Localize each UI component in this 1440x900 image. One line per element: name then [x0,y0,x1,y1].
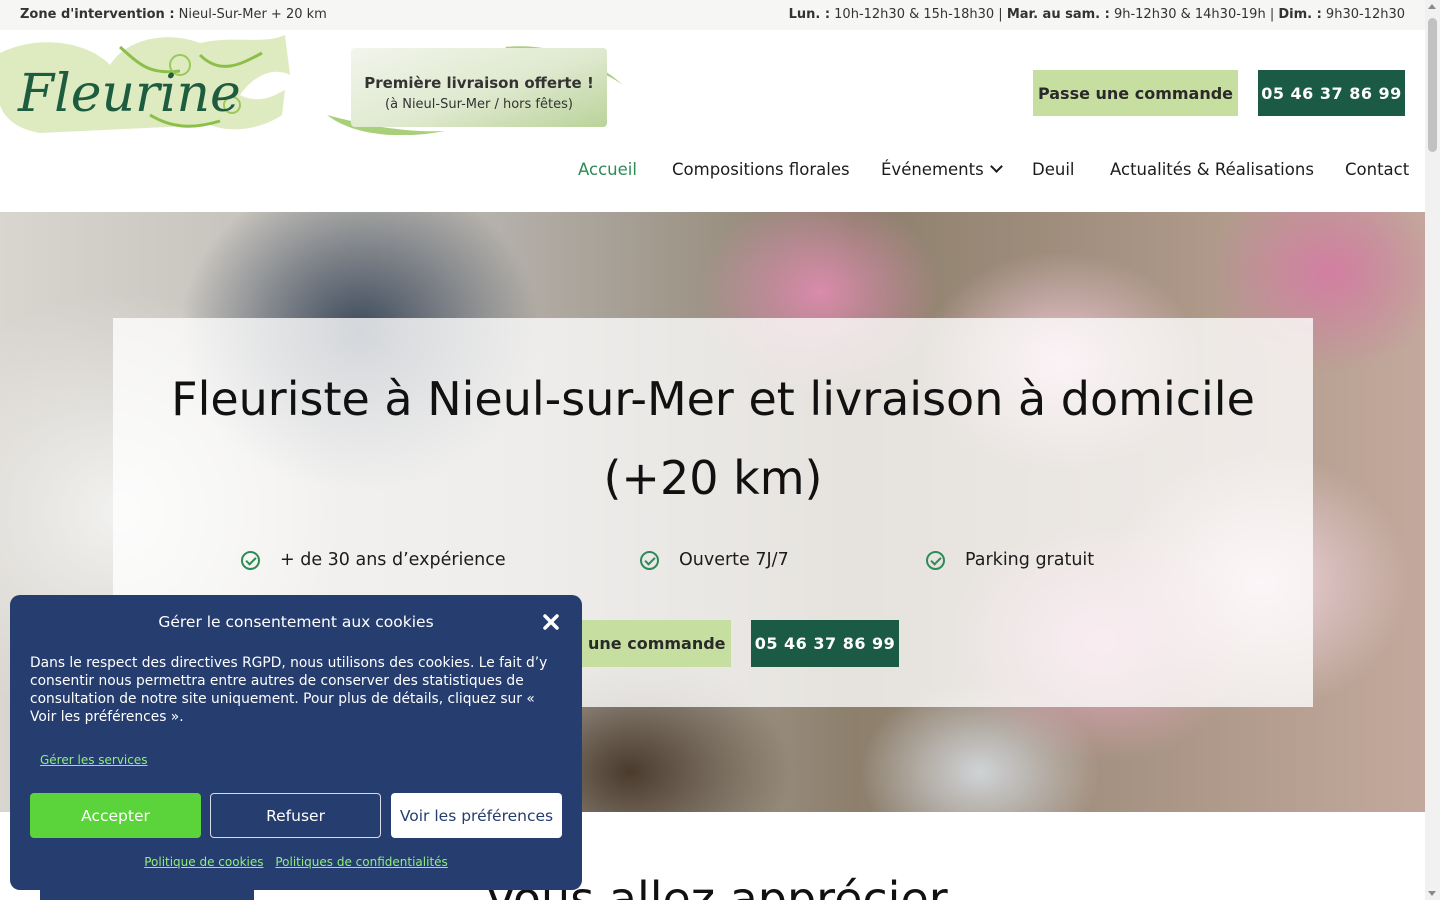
chevron-down-icon [989,160,1003,173]
hero-phone-button[interactable]: 05 46 37 86 99 [751,620,899,667]
cookie-description: Dans le respect des directives RGPD, nou… [30,655,548,725]
hours-value-monday: 10h-12h30 & 15h-18h30 | [830,7,1007,22]
check-circle-icon [926,550,945,570]
hours-label-monday: Lun. : [788,7,831,22]
feature-label: + de 30 ans d’expérience [280,550,506,570]
banner-headline: Première livraison offerte ! [364,74,594,92]
scroll-down-icon[interactable] [1428,891,1436,896]
fleurine-logo[interactable]: Fleurine [0,35,290,135]
hours-label-sunday: Dim. : [1278,7,1322,22]
cookie-consent-dialog: Gérer le consentement aux cookies Dans l… [10,595,582,890]
top-info-bar: Zone d'intervention : Nieul-Sur-Mer + 20… [0,0,1425,30]
phone-button[interactable]: 05 46 37 86 99 [1258,70,1405,116]
check-circle-icon [640,550,659,570]
nav-item-evenements-label: Événements [881,160,984,179]
feature-open-7-7: Ouverte 7J/7 [640,550,789,570]
cookie-policy-link[interactable]: Politique de cookies [144,855,263,869]
hours-label-tue-sat: Mar. au sam. : [1006,7,1110,22]
feature-label: Ouverte 7J/7 [679,550,789,570]
refuse-button[interactable]: Refuser [210,793,381,838]
check-circle-icon [241,550,260,570]
site-header: Fleurine Première livraison offerte ! (à… [0,35,1425,212]
cookie-policy-links: Politique de cookies Politiques de confi… [10,855,582,869]
feature-experience: + de 30 ans d’expérience [241,550,506,570]
zone-value: Nieul-Sur-Mer + 20 km [174,7,327,22]
logo-wordmark: Fleurine [17,64,241,124]
accept-button[interactable]: Accepter [30,793,201,838]
nav-item-deuil[interactable]: Deuil [1032,160,1074,179]
feature-parking: Parking gratuit [926,550,1094,570]
nav-item-actualites[interactable]: Actualités & Réalisations [1110,160,1314,179]
close-icon[interactable] [541,612,561,632]
nav-item-accueil[interactable]: Accueil [578,160,637,179]
hours-value-tue-sat: 9h-12h30 & 14h30-19h | [1109,7,1279,22]
feature-label: Parking gratuit [965,550,1095,570]
preferences-button[interactable]: Voir les préférences [391,793,562,838]
nav-item-compositions[interactable]: Compositions florales [672,160,850,179]
banner-subline: (à Nieul-Sur-Mer / hors fêtes) [385,97,573,112]
opening-hours: Lun. : 10h-12h30 & 15h-18h30 | Mar. au s… [789,7,1405,22]
cookie-title: Gérer le consentement aux cookies [158,613,434,631]
scroll-thumb[interactable] [1428,18,1437,152]
free-delivery-banner: Première livraison offerte ! (à Nieul-Su… [325,45,625,135]
zone-label: Zone d'intervention : [20,7,175,22]
privacy-policy-link[interactable]: Politiques de confidentialités [275,855,447,869]
manage-services-link[interactable]: Gérer les services [40,753,148,767]
service-zone: Zone d'intervention : Nieul-Sur-Mer + 20… [20,7,327,22]
hero-title: Fleuriste à Nieul-sur-Mer et livraison à… [171,372,1255,505]
nav-item-evenements[interactable]: Événements [881,160,1003,179]
order-button[interactable]: Passe une commande [1033,70,1238,116]
scroll-up-icon[interactable] [1428,4,1436,9]
main-nav: Accueil Compositions florales Événements… [0,160,1425,184]
nav-item-contact[interactable]: Contact [1345,160,1409,179]
page-scrollbar[interactable] [1425,0,1440,900]
hours-value-sunday: 9h30-12h30 [1321,7,1405,22]
